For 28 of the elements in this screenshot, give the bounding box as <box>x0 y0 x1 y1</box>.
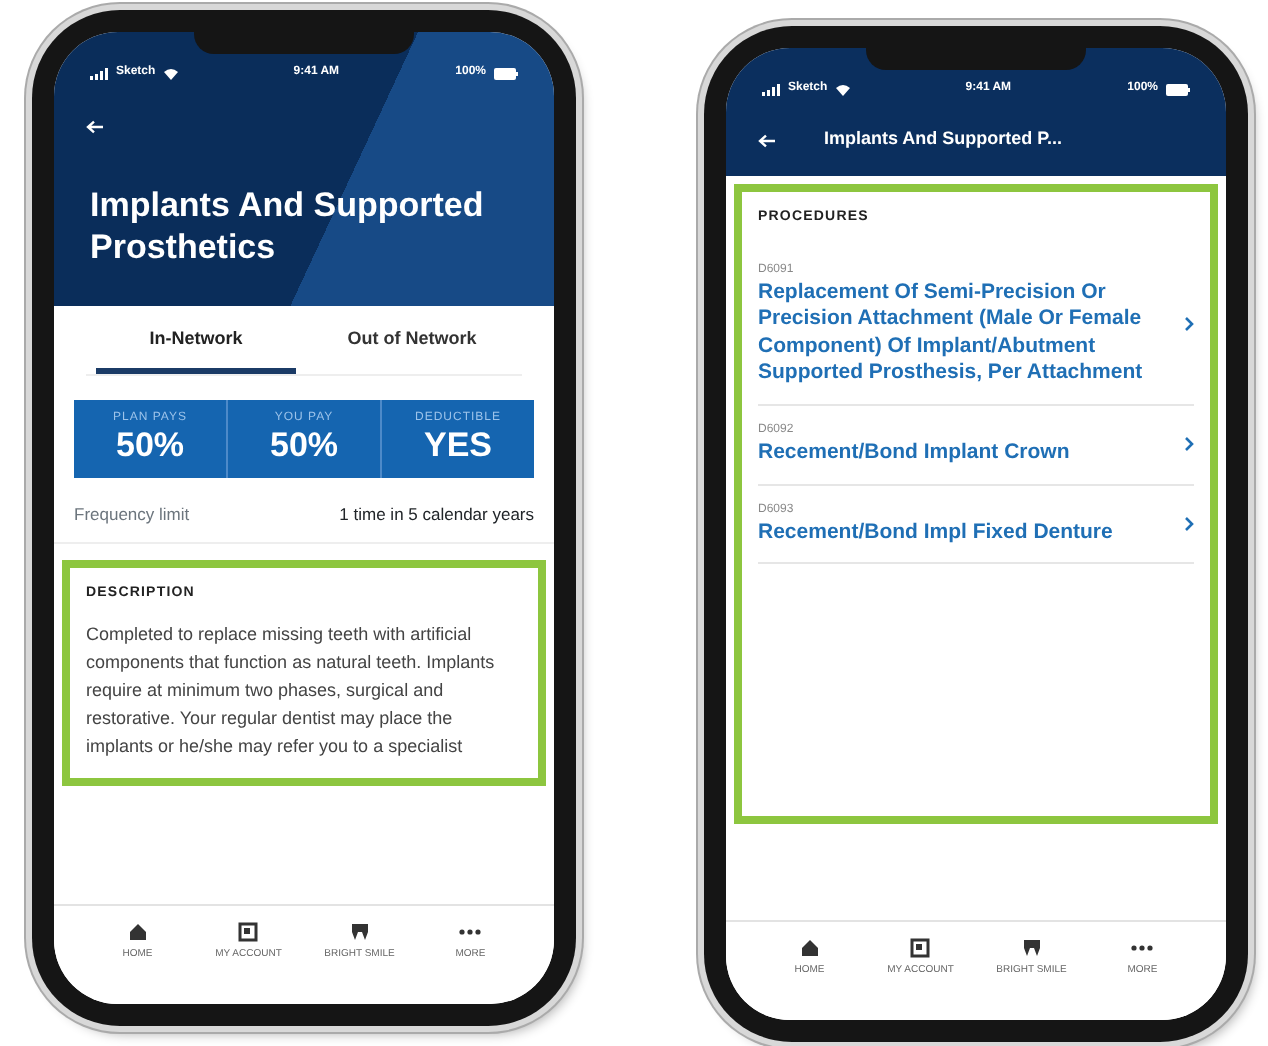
stat-value: 50% <box>267 428 341 466</box>
stat-value: 50% <box>113 428 187 466</box>
chevron-right-icon <box>1184 436 1194 453</box>
page-title: Implants And Supported P... <box>824 126 1063 153</box>
chevron-right-icon <box>1184 316 1194 333</box>
signal-icon <box>90 67 108 79</box>
battery-icon <box>494 67 518 79</box>
description-text: Completed to replace missing teeth with artificial components that function as natural teeth. Implants require at minimum two phases, surgical and restorative. Your regular dentist may place the implants or he/she may refer you to a specialist <box>86 621 497 760</box>
back-arrow-icon[interactable] <box>86 120 104 135</box>
home-icon <box>127 922 148 942</box>
network-tab[interactable]: In-Network <box>96 305 296 374</box>
procedure-name: Recement/Bond Implant Crown <box>758 440 1072 468</box>
wifi-icon <box>835 83 850 95</box>
back-arrow-icon[interactable] <box>758 133 776 147</box>
stat-value: YES <box>421 428 495 466</box>
frequency-value: 1 time in 5 calendar years <box>339 501 534 527</box>
page-title: Implants And Supported Prosthetics <box>88 184 486 271</box>
frequency-label: Frequency limit <box>74 501 190 527</box>
signal-icon <box>762 83 780 95</box>
tooth-icon <box>349 922 370 942</box>
procedure-name: Replacement Of Semi-Precision Or Precision Attachment (Male Or Female Component) Of Implant/Abutment Supported Prosthesis, Per Attachment <box>758 279 1145 389</box>
home-icon <box>799 938 820 958</box>
wifi-icon <box>163 67 178 79</box>
tooth-icon <box>1021 938 1042 958</box>
battery-icon <box>1166 83 1190 95</box>
network-tab[interactable]: Out of Network <box>312 305 512 374</box>
chevron-right-icon <box>1184 516 1194 533</box>
procedure-name: Recement/Bond Impl Fixed Denture <box>758 519 1115 547</box>
